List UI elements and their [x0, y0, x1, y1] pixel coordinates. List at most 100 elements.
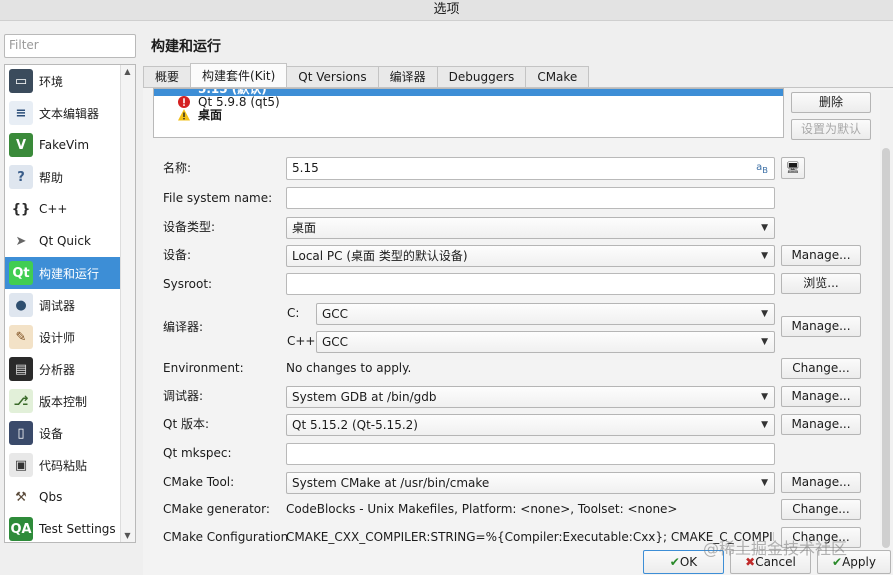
make-default-button[interactable]: 设置为默认 [791, 119, 871, 140]
qa-icon: QA [9, 517, 33, 541]
tab[interactable]: 构建套件(Kit) [190, 63, 288, 88]
sidebar-item-label: FakeVim [39, 138, 90, 152]
kit-icon-button[interactable]: 🖥 [781, 157, 805, 179]
compiler-cxx-label: C++: [287, 334, 320, 348]
cmake-tool-manage-button[interactable]: Manage... [781, 472, 861, 493]
sidebar-item[interactable]: ▣ 代码粘贴 [5, 449, 122, 481]
sidebar-item[interactable]: ➤ Qt Quick [5, 225, 122, 257]
compiler-c-select[interactable]: GCC ▼ [316, 303, 775, 325]
qt-version-select[interactable]: Qt 5.15.2 (Qt-5.15.2) ▼ [286, 414, 775, 436]
tab[interactable]: 概要 [143, 66, 192, 88]
kit-list[interactable]: 5.15 (默认) Qt 5.9.8 (qt5) 桌面 [153, 88, 784, 138]
debugger-value: System GDB at /bin/gdb [292, 390, 437, 404]
chevron-down-icon: ▼ [761, 251, 768, 261]
category-sidebar: ▭ 环境 ≡ 文本编辑器 V FakeVim ? 帮助 {} C++ ➤ Qt Quick Qt 构建和运… [4, 64, 136, 543]
device-type-select[interactable]: 桌面 ▼ [286, 217, 775, 239]
environment-value: No changes to apply. [286, 361, 412, 375]
scrollbar-thumb[interactable] [882, 148, 890, 548]
device-select[interactable]: Local PC (桌面 类型的默认设备) ▼ [286, 245, 775, 267]
compiler-c-label: C: [287, 306, 300, 320]
form-scrollbar[interactable] [880, 90, 893, 548]
scroll-up-arrow-icon[interactable]: ▲ [123, 67, 132, 76]
bug-icon: ● [9, 293, 33, 317]
sidebar-item-label: Qbs [39, 490, 63, 504]
paper-plane-icon: ➤ [9, 229, 33, 253]
tab[interactable]: Qt Versions [286, 66, 379, 88]
filter-input[interactable]: Filter [4, 34, 136, 58]
cmake-tool-select[interactable]: System CMake at /usr/bin/cmake ▼ [286, 472, 775, 494]
filesystem-name-input[interactable] [286, 187, 775, 209]
compiler-c-value: GCC [322, 307, 349, 321]
sidebar-item[interactable]: ≡ 文本编辑器 [5, 97, 122, 129]
check-icon: ✔ [669, 555, 680, 569]
sidebar-item[interactable]: ⎇ 版本控制 [5, 385, 122, 417]
warning-icon [178, 109, 190, 121]
monitor-icon: 🖥 [786, 161, 800, 174]
monitor-icon: ▭ [9, 69, 33, 93]
remove-kit-button[interactable]: 删除 [791, 92, 871, 113]
page-title: 构建和运行 [151, 39, 221, 55]
sidebar-item-label: 设备 [39, 426, 64, 441]
cmake-generator-value: CodeBlocks - Unix Makefiles, Platform: <… [286, 502, 678, 516]
design-tools-icon: ✎ [9, 325, 33, 349]
sidebar-item[interactable]: ▤ 分析器 [5, 353, 122, 385]
cmake-generator-change-button[interactable]: Change... [781, 499, 861, 520]
mkspec-label: Qt mkspec: [163, 446, 232, 460]
sidebar-item[interactable]: Qt 构建和运行 [5, 257, 122, 289]
help-icon: ? [9, 165, 33, 189]
sidebar-item[interactable]: {} C++ [5, 193, 122, 225]
variable-insert-icon[interactable]: a͏B [756, 158, 768, 179]
sidebar-item[interactable]: V FakeVim [5, 129, 122, 161]
compiler-cxx-select[interactable]: GCC ▼ [316, 331, 775, 353]
sidebar-item[interactable]: ▭ 环境 [5, 65, 122, 97]
sidebar-item-label: Qt Quick [39, 234, 91, 248]
tab[interactable]: CMake [525, 66, 590, 88]
cmake-tool-value: System CMake at /usr/bin/cmake [292, 476, 490, 490]
cmake-generator-label: CMake generator: [163, 502, 270, 516]
sidebar-scrollbar[interactable]: ▲ ▼ [120, 65, 135, 542]
sidebar-item[interactable]: QA Test Settings [5, 513, 122, 542]
kit-name-input[interactable]: 5.15 a͏B [286, 157, 775, 180]
sysroot-browse-button[interactable]: 浏览... [781, 273, 861, 294]
chevron-down-icon: ▼ [761, 337, 768, 347]
apply-label: Apply [842, 555, 876, 569]
device-value: Local PC (桌面 类型的默认设备) [292, 249, 468, 263]
watermark: @稀土掘金技术社区 [703, 539, 848, 558]
window-title: 选项 [0, 0, 893, 21]
sidebar-item-label: 分析器 [39, 362, 76, 377]
environment-change-button[interactable]: Change... [781, 358, 861, 379]
cmake-config-label: CMake Configuration [163, 530, 289, 544]
name-label: 名称: [163, 161, 192, 175]
qt-version-value: Qt 5.15.2 (Qt-5.15.2) [292, 418, 418, 432]
compiler-manage-button[interactable]: Manage... [781, 316, 861, 337]
sidebar-item-label: 构建和运行 [39, 266, 100, 281]
tab[interactable]: Debuggers [436, 66, 527, 88]
debugger-manage-button[interactable]: Manage... [781, 386, 861, 407]
sidebar-item[interactable]: ? 帮助 [5, 161, 122, 193]
sidebar-item[interactable]: ✎ 设计师 [5, 321, 122, 353]
sidebar-item-label: 版本控制 [39, 394, 88, 409]
scroll-down-arrow-icon[interactable]: ▼ [123, 531, 132, 540]
sidebar-item-label: 环境 [39, 74, 64, 89]
sidebar-item-label: 设计师 [39, 330, 76, 345]
device-manage-button[interactable]: Manage... [781, 245, 861, 266]
tab[interactable]: 编译器 [377, 66, 438, 88]
qt-version-manage-button[interactable]: Manage... [781, 414, 861, 435]
mkspec-input[interactable] [286, 443, 775, 465]
sidebar-item[interactable]: ▯ 设备 [5, 417, 122, 449]
ok-label: OK [679, 555, 698, 569]
chevron-down-icon: ▼ [761, 309, 768, 319]
device-label: 设备: [163, 248, 192, 262]
analyzer-icon: ▤ [9, 357, 33, 381]
debugger-select[interactable]: System GDB at /bin/gdb ▼ [286, 386, 775, 408]
fakevim-icon: V [9, 133, 33, 157]
hammer-icon: ⚒ [9, 485, 33, 509]
sidebar-item[interactable]: ● 调试器 [5, 289, 122, 321]
sysroot-input[interactable] [286, 273, 775, 295]
qt-build-icon: Qt [9, 261, 33, 285]
kit-row[interactable]: Qt 5.9.8 (qt5) [178, 95, 280, 109]
sidebar-item[interactable]: ⚒ Qbs [5, 481, 122, 513]
compiler-cxx-value: GCC [322, 335, 349, 349]
chevron-down-icon: ▼ [761, 478, 768, 488]
kit-row[interactable]: 桌面 [178, 108, 222, 122]
